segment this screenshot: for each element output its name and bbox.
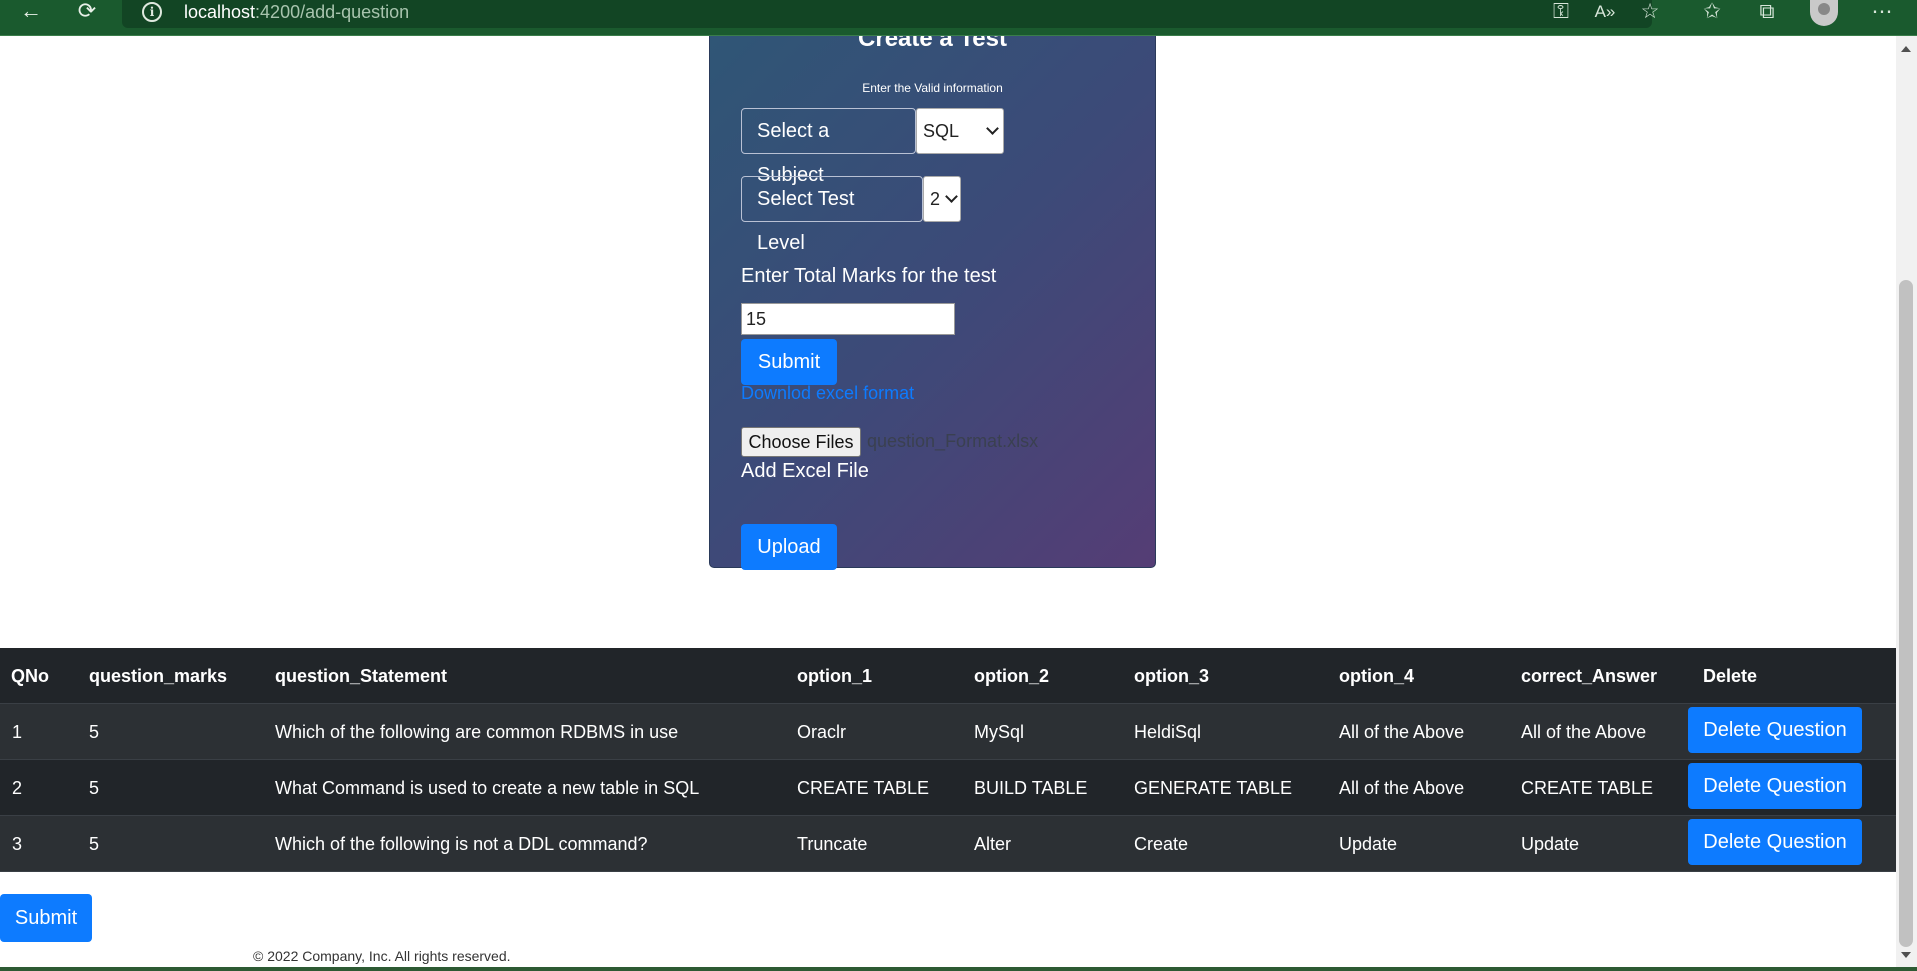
cell-correct-answer: Update xyxy=(1521,834,1580,854)
cell-option-3: HeldiSql xyxy=(1134,722,1202,742)
select-subject-button[interactable]: Select a Subject xyxy=(741,108,916,186)
test-level-select-value: 2 xyxy=(930,189,941,209)
cell-option-1: CREATE TABLE xyxy=(797,778,930,798)
download-excel-link[interactable]: Downlod excel format xyxy=(741,383,914,404)
cell-correct-answer: All of the Above xyxy=(1521,722,1647,742)
table-row: 2 5 What Command is used to create a new… xyxy=(0,760,1896,816)
scrollbar-thumb[interactable] xyxy=(1899,280,1913,947)
url-text[interactable]: localhost:4200/add-question xyxy=(184,2,409,23)
cell-option-3: Create xyxy=(1134,834,1189,854)
cell-option-1: Oraclr xyxy=(797,722,846,742)
table-header-row: QNo question_marks question_Statement op… xyxy=(0,648,1896,704)
cell-question-marks: 5 xyxy=(89,834,100,854)
chevron-down-icon xyxy=(945,190,958,203)
total-marks-label: Enter Total Marks for the test xyxy=(741,265,997,287)
total-marks-input[interactable]: 15 xyxy=(741,303,955,335)
cell-question-statement: Which of the following are common RDBMS … xyxy=(275,722,679,742)
page-viewport: Create a Test Enter the Valid informatio… xyxy=(0,36,1896,967)
header-option-1: option_1 xyxy=(797,666,872,686)
delete-question-button[interactable]: Delete Question xyxy=(1688,819,1862,865)
cell-option-2: MySql xyxy=(974,722,1025,742)
choose-files-button[interactable]: Choose Files xyxy=(741,427,861,457)
cell-question-statement: Which of the following is not a DDL comm… xyxy=(275,834,648,854)
cell-option-4: All of the Above xyxy=(1339,722,1465,742)
table-row: 1 5 Which of the following are common RD… xyxy=(0,704,1896,760)
delete-question-button[interactable]: Delete Question xyxy=(1688,707,1862,753)
subject-select[interactable]: SQL xyxy=(916,108,1004,154)
scroll-down-icon[interactable] xyxy=(1901,952,1911,958)
key-icon[interactable]: ⚿ xyxy=(1547,0,1575,26)
cell-option-3: GENERATE TABLE xyxy=(1134,778,1293,798)
header-qno: QNo xyxy=(11,666,49,686)
page-title: Create a Test xyxy=(858,36,1007,52)
cell-question-marks: 5 xyxy=(89,722,100,742)
header-option-4: option_4 xyxy=(1339,666,1414,686)
test-level-select[interactable]: 2 xyxy=(923,176,961,222)
page-subtitle: Enter the Valid information xyxy=(862,81,1003,95)
header-option-3: option_3 xyxy=(1134,666,1209,686)
header-question-statement: question_Statement xyxy=(275,666,448,686)
cell-question-marks: 5 xyxy=(89,778,100,798)
cell-qno: 3 xyxy=(12,834,23,854)
address-bar[interactable]: i localhost:4200/add-question ⚿ A» ☆ xyxy=(122,0,1659,28)
questions-table: QNo question_marks question_Statement op… xyxy=(0,648,1896,872)
select-test-level-button[interactable]: Select Test Level xyxy=(741,176,923,254)
cell-option-2: BUILD TABLE xyxy=(974,778,1088,798)
header-question-marks: question_marks xyxy=(89,666,228,686)
back-icon[interactable]: ← xyxy=(16,0,46,24)
cell-option-2: Alter xyxy=(974,834,1012,854)
header-option-2: option_2 xyxy=(974,666,1049,686)
favorites-icon[interactable]: ✩ xyxy=(1698,0,1726,26)
chevron-down-icon xyxy=(986,122,999,135)
submit-marks-button[interactable]: Submit xyxy=(741,339,837,385)
profile-icon[interactable] xyxy=(1810,0,1838,26)
cell-option-4: All of the Above xyxy=(1339,778,1465,798)
collections-icon[interactable]: ⧉ xyxy=(1753,0,1781,26)
read-aloud-icon[interactable]: A» xyxy=(1591,0,1619,26)
url-path: :4200/add-question xyxy=(255,2,410,22)
window-bottom-border xyxy=(0,967,1917,971)
header-delete: Delete xyxy=(1703,666,1758,686)
submit-test-button[interactable]: Submit xyxy=(0,894,92,942)
footer-copyright: © 2022 Company, Inc. All rights reserved… xyxy=(253,948,511,964)
create-test-card: Create a Test Enter the Valid informatio… xyxy=(709,36,1156,570)
more-icon[interactable]: ⋯ xyxy=(1868,0,1896,26)
header-correct-answer: correct_Answer xyxy=(1521,666,1658,686)
subject-select-value: SQL xyxy=(923,121,960,141)
page-scrollbar[interactable] xyxy=(1896,36,1917,967)
delete-question-button[interactable]: Delete Question xyxy=(1688,763,1862,809)
favorite-add-icon[interactable]: ☆ xyxy=(1636,0,1664,26)
cell-option-4: Update xyxy=(1339,834,1398,854)
chosen-file-name: question_Format.xlsx xyxy=(867,431,1039,451)
site-info-icon[interactable]: i xyxy=(142,2,162,22)
url-host: localhost xyxy=(184,2,256,22)
upload-button[interactable]: Upload xyxy=(741,524,837,570)
cell-correct-answer: CREATE TABLE xyxy=(1521,778,1654,798)
table-row: 3 5 Which of the following is not a DDL … xyxy=(0,816,1896,872)
browser-toolbar: ← ⟳ i localhost:4200/add-question ⚿ A» ☆… xyxy=(0,0,1917,36)
scroll-up-icon[interactable] xyxy=(1901,46,1911,52)
refresh-icon[interactable]: ⟳ xyxy=(72,0,102,24)
cell-qno: 2 xyxy=(12,778,23,798)
add-excel-label: Add Excel File xyxy=(741,460,869,482)
cell-qno: 1 xyxy=(12,722,23,742)
cell-option-1: Truncate xyxy=(797,834,868,854)
cell-question-statement: What Command is used to create a new tab… xyxy=(275,778,700,798)
